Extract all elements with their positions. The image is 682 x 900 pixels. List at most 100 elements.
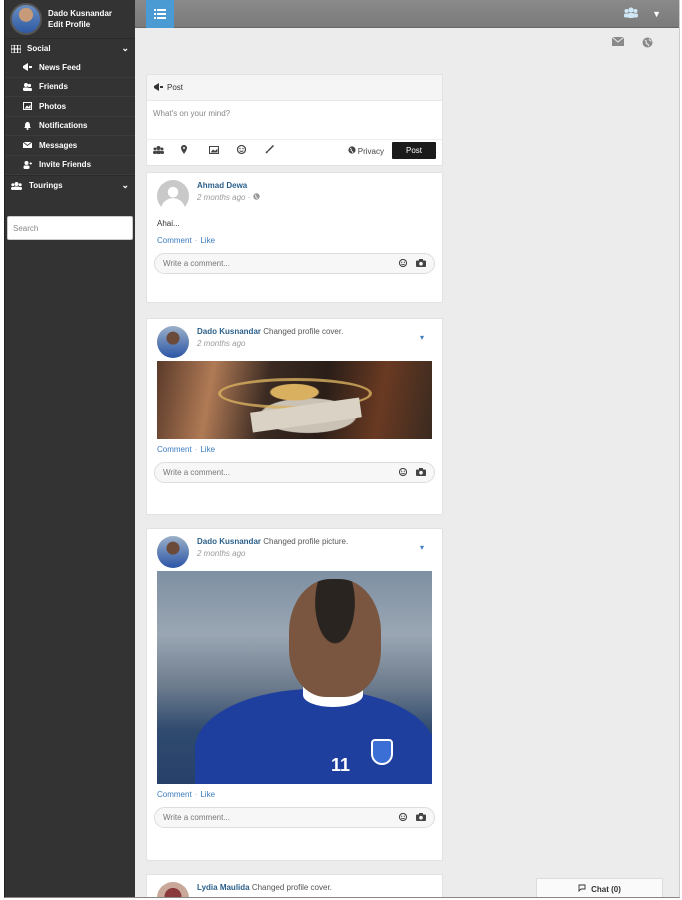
globe-icon[interactable] bbox=[642, 37, 653, 51]
envelope-icon[interactable] bbox=[611, 36, 625, 51]
avatar[interactable] bbox=[157, 326, 189, 358]
sidebar-item-label: Notifications bbox=[39, 121, 88, 131]
sidebar-item-label: Friends bbox=[39, 82, 68, 92]
caret-down-icon[interactable]: ▼ bbox=[652, 9, 661, 19]
chat-bar[interactable]: Chat (0) bbox=[536, 878, 663, 897]
globe-icon bbox=[252, 193, 260, 202]
camera-icon[interactable] bbox=[416, 812, 426, 823]
jersey-number: 11 bbox=[331, 755, 351, 775]
post-author[interactable]: Dado Kusnandar bbox=[197, 537, 261, 546]
post-author[interactable]: Dado Kusnandar bbox=[197, 327, 261, 336]
comment-input[interactable]: Write a comment... bbox=[154, 807, 435, 828]
post-text: Ahai... bbox=[157, 219, 180, 228]
emoji-icon[interactable] bbox=[398, 258, 408, 269]
sidebar-item-label: News Feed bbox=[39, 62, 81, 72]
sidebar-item-messages[interactable]: Messages bbox=[5, 136, 135, 156]
megaphone-icon bbox=[154, 82, 163, 93]
chat-label: Chat (0) bbox=[591, 884, 621, 894]
sidebar-item-label: Messages bbox=[39, 140, 78, 150]
sidebar-item-news-feed[interactable]: News Feed bbox=[5, 58, 135, 78]
feed-post: Ahmad Dewa 2 months ago · Ahai... Commen… bbox=[146, 172, 443, 303]
tag-friends-icon[interactable] bbox=[153, 145, 181, 156]
photo-icon[interactable] bbox=[209, 145, 237, 156]
emoji-icon[interactable] bbox=[236, 144, 265, 156]
top-bar: ▼ bbox=[135, 0, 679, 28]
comment-link[interactable]: Comment bbox=[157, 790, 192, 799]
avatar[interactable] bbox=[157, 536, 189, 568]
post-action: Changed profile cover. bbox=[249, 883, 332, 892]
friends-icon bbox=[23, 82, 32, 91]
post-author[interactable]: Ahmad Dewa bbox=[197, 181, 247, 190]
photo-icon bbox=[23, 102, 32, 111]
privacy-label: Privacy bbox=[357, 146, 384, 156]
sidebar-section-label: Social bbox=[27, 44, 51, 53]
menu-toggle-button[interactable] bbox=[146, 0, 174, 28]
avatar[interactable] bbox=[157, 180, 189, 212]
sidebar-item-photos[interactable]: Photos bbox=[5, 97, 135, 117]
post-time[interactable]: 2 months ago bbox=[197, 548, 348, 560]
app-window: Dado Kusnandar Edit Profile Social ⌄ New… bbox=[4, 0, 680, 898]
list-icon bbox=[154, 9, 166, 19]
chevron-down-icon[interactable]: ▾ bbox=[420, 543, 424, 552]
edit-profile-link[interactable]: Edit Profile bbox=[48, 19, 112, 30]
friend-requests-icon[interactable] bbox=[624, 7, 639, 21]
feed-post: Dado Kusnandar Changed profile picture. … bbox=[146, 528, 443, 861]
separator: · bbox=[194, 445, 198, 454]
privacy-selector[interactable]: Privacy bbox=[347, 145, 384, 156]
sidebar: Dado Kusnandar Edit Profile Social ⌄ New… bbox=[5, 0, 135, 897]
sidebar-section-label: Tourings bbox=[29, 181, 63, 190]
post-composer: Post What's on your mind? Privacy Post bbox=[146, 74, 443, 166]
camera-icon[interactable] bbox=[416, 258, 426, 269]
brush-icon[interactable] bbox=[265, 144, 293, 156]
chevron-down-icon[interactable]: ⌄ bbox=[121, 180, 129, 191]
sidebar-section-social[interactable]: Social ⌄ bbox=[5, 38, 135, 58]
sidebar-item-notifications[interactable]: Notifications bbox=[5, 117, 135, 136]
sidebar-section-tourings[interactable]: Tourings ⌄ bbox=[5, 175, 135, 195]
comment-placeholder: Write a comment... bbox=[163, 813, 230, 822]
main-content: Post What's on your mind? Privacy Post A… bbox=[135, 28, 679, 897]
search-placeholder: Search bbox=[13, 223, 39, 233]
post-action: Changed profile picture. bbox=[261, 537, 349, 546]
post-placeholder: What's on your mind? bbox=[153, 109, 231, 118]
chevron-down-icon[interactable]: ▾ bbox=[420, 333, 424, 342]
avatar[interactable] bbox=[10, 3, 42, 35]
grid-icon bbox=[10, 44, 22, 53]
comment-link[interactable]: Comment bbox=[157, 445, 192, 454]
group-icon bbox=[11, 181, 22, 190]
sidebar-item-label: Invite Friends bbox=[39, 160, 92, 170]
post-time-label: 2 months ago · bbox=[197, 193, 253, 202]
profile-picture-image[interactable]: 11 bbox=[157, 571, 432, 784]
search-input[interactable]: Search bbox=[7, 216, 133, 240]
comment-input[interactable]: Write a comment... bbox=[154, 462, 435, 483]
comment-input[interactable]: Write a comment... bbox=[154, 253, 435, 274]
comment-link[interactable]: Comment bbox=[157, 236, 192, 245]
post-author[interactable]: Lydia Maulida bbox=[197, 883, 250, 892]
sidebar-item-invite-friends[interactable]: Invite Friends bbox=[5, 156, 135, 175]
location-icon[interactable] bbox=[181, 145, 209, 156]
post-button[interactable]: Post bbox=[392, 142, 436, 159]
megaphone-icon bbox=[23, 63, 32, 72]
bell-icon bbox=[23, 121, 32, 130]
post-action: Changed profile cover. bbox=[261, 327, 344, 336]
cover-image[interactable] bbox=[157, 361, 432, 439]
separator: · bbox=[194, 790, 198, 799]
emoji-icon[interactable] bbox=[398, 467, 408, 478]
separator: · bbox=[194, 236, 198, 245]
profile-header[interactable]: Dado Kusnandar Edit Profile bbox=[5, 0, 135, 38]
composer-title: Post bbox=[167, 83, 184, 92]
chat-icon bbox=[578, 884, 586, 894]
like-link[interactable]: Like bbox=[200, 236, 215, 245]
avatar[interactable] bbox=[157, 882, 189, 897]
sidebar-item-friends[interactable]: Friends bbox=[5, 78, 135, 97]
post-text-input[interactable]: What's on your mind? bbox=[147, 101, 442, 139]
post-time[interactable]: 2 months ago · bbox=[197, 192, 260, 204]
like-link[interactable]: Like bbox=[200, 445, 215, 454]
like-link[interactable]: Like bbox=[200, 790, 215, 799]
comment-placeholder: Write a comment... bbox=[163, 468, 230, 477]
chevron-down-icon[interactable]: ⌄ bbox=[121, 43, 129, 54]
emoji-icon[interactable] bbox=[398, 812, 408, 823]
post-time[interactable]: 2 months ago bbox=[197, 338, 343, 350]
sidebar-item-label: Photos bbox=[39, 101, 67, 111]
camera-icon[interactable] bbox=[416, 467, 426, 478]
profile-name[interactable]: Dado Kusnandar bbox=[48, 8, 112, 19]
